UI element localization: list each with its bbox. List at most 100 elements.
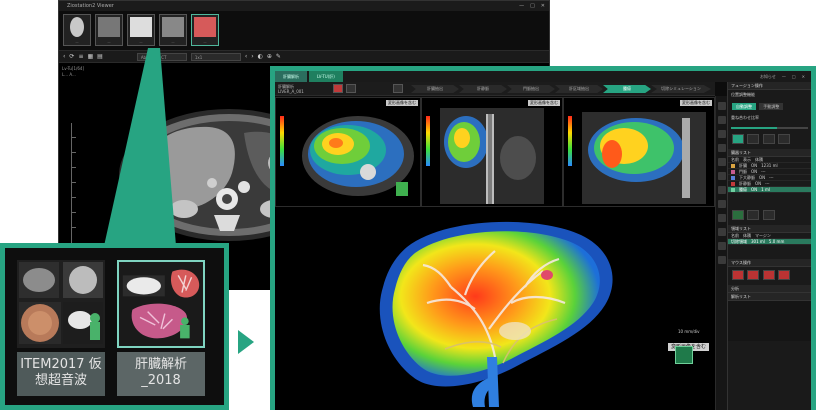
- coronal-fusion-image: [440, 108, 544, 204]
- close-button[interactable]: ✕: [802, 74, 805, 80]
- region-volume: 301 ml: [751, 239, 765, 244]
- auto-adjust-button[interactable]: 自動調整: [732, 103, 756, 110]
- right-control-panel: フュージョン操作 位置調整機能 自動調整 手動調整 重ね合わせ比率 臓器リスト: [727, 82, 811, 410]
- organ-volume: ---: [769, 175, 774, 180]
- column-header: 名前: [731, 157, 739, 162]
- analysis-section-header: 分析: [728, 285, 811, 293]
- viewport-tag: 変形画像を含む: [528, 100, 560, 106]
- display-tool-button[interactable]: [777, 134, 790, 144]
- analysis-list[interactable]: [728, 301, 811, 341]
- titlebar-right: お知らせ — □ ✕: [760, 74, 811, 80]
- organ-show: ON: [751, 187, 758, 192]
- workflow-step-6[interactable]: 切除シミュレーション: [651, 85, 711, 93]
- organ-show: ON: [755, 181, 762, 186]
- app-titlebar: 肝臓解析 LV-TU(肝) お知らせ — □ ✕: [275, 71, 811, 82]
- tool-buttons: [728, 131, 811, 149]
- tool-icon[interactable]: [717, 256, 726, 264]
- fusion-viewport-coronal[interactable]: 変形画像を含む: [421, 97, 563, 207]
- tile-preview: [117, 260, 205, 348]
- column-header: 体積: [743, 233, 751, 238]
- organ-show: ON: [759, 175, 766, 180]
- study-label-line: LIVER_A_001: [278, 89, 304, 94]
- organ-volume: ---: [761, 169, 766, 174]
- column-header: 名前: [731, 233, 739, 238]
- maximize-button[interactable]: □: [792, 74, 796, 80]
- add-icon[interactable]: [346, 84, 356, 93]
- record-icon[interactable]: [333, 84, 343, 93]
- liver-analysis-window: 肝臓解析 LV-TU(肝) お知らせ — □ ✕ 肝臓解析 LIVER_A_00…: [275, 71, 811, 410]
- organ-show: ON: [751, 169, 758, 174]
- workflow-step-4[interactable]: 肝区域抽出: [555, 85, 603, 93]
- sagittal-fusion-image: [582, 112, 706, 204]
- tool-icon[interactable]: [717, 242, 726, 250]
- organ-name: 肝静脈: [739, 181, 751, 186]
- list-tool-button[interactable]: [747, 210, 760, 220]
- color-scale-bar: [568, 116, 572, 166]
- orientation-cube[interactable]: [675, 346, 693, 364]
- workflow-bar: 肝臓解析 LIVER_A_001 肝臓抽出 肝静脈 門脈抽出 肝区域抽出 腫瘍 …: [275, 82, 715, 96]
- volume-rendering-viewport[interactable]: 変形画像を含む: [275, 207, 715, 410]
- section-position: 位置調整機能: [731, 92, 755, 97]
- region-margin: 5.0 mm: [768, 239, 785, 244]
- cut-tool-button[interactable]: [762, 270, 775, 280]
- region-list-header: 領域リスト: [728, 225, 811, 233]
- display-tool-button[interactable]: [747, 134, 760, 144]
- organ-volume: ---: [765, 181, 770, 186]
- tab-lv-tu[interactable]: LV-TU(肝): [309, 71, 343, 82]
- tool-icon[interactable]: [717, 214, 726, 222]
- analysis-list-header: 解析リスト: [728, 293, 811, 301]
- tool-icon[interactable]: [717, 158, 726, 166]
- protocol-tile-liver-analysis[interactable]: 肝臓解析_2018: [117, 260, 205, 396]
- mouse-operation-header: マウス操作: [728, 259, 811, 267]
- opacity-label: 重ね合わせ比率: [731, 115, 759, 120]
- liver-analysis-frame: 肝臓解析 LV-TU(肝) お知らせ — □ ✕ 肝臓解析 LIVER_A_00…: [270, 66, 816, 410]
- column-header: 体積: [755, 157, 763, 162]
- display-tool-button[interactable]: [732, 134, 744, 144]
- tool-icon[interactable]: [717, 144, 726, 152]
- cut-tool-button[interactable]: [732, 270, 744, 280]
- tool-icon[interactable]: [717, 116, 726, 124]
- column-header: 表示: [743, 157, 751, 162]
- composite-figure: Ziostation2 Viewer — □ ✕ … … … … … ‹ ⟳ ≡…: [0, 0, 816, 410]
- organ-show: ON: [751, 163, 758, 168]
- cut-tool-button[interactable]: [747, 270, 760, 280]
- organ-name: 肝臓: [739, 163, 747, 168]
- tool-icon[interactable]: [717, 172, 726, 180]
- fusion-viewport-axial[interactable]: 変形画像を含む: [275, 97, 421, 207]
- organ-name: 下大静脈: [739, 175, 755, 180]
- tile-name: 肝臓解析_2018: [117, 352, 205, 396]
- tool-icon[interactable]: [717, 186, 726, 194]
- panel-header: フュージョン操作: [728, 82, 811, 90]
- workflow-step-3[interactable]: 門脈抽出: [507, 85, 555, 93]
- tool-icon[interactable]: [717, 200, 726, 208]
- organ-volume: 1 ml: [761, 187, 770, 192]
- workflow-step-2[interactable]: 肝静脈: [459, 85, 507, 93]
- person-icon[interactable]: [393, 84, 403, 93]
- cut-tool-button[interactable]: [777, 270, 790, 280]
- column-header: マージン: [755, 233, 771, 238]
- workflow-step-1[interactable]: 肝臓抽出: [411, 85, 459, 93]
- mouse-tool-buttons: [728, 267, 811, 285]
- protocol-tile-virtual-ultrasound[interactable]: ITEM2017 仮想超音波: [17, 260, 105, 396]
- list-tool-button[interactable]: [732, 210, 744, 220]
- notice-link[interactable]: お知らせ: [760, 74, 776, 80]
- manual-adjust-button[interactable]: 手動調整: [759, 103, 784, 110]
- tile-preview: [17, 260, 105, 348]
- fusion-viewport-sagittal[interactable]: 変形画像を含む: [563, 97, 715, 207]
- tool-icon-strip: [715, 96, 727, 410]
- organ-list-header: 臓器リスト: [728, 149, 811, 157]
- display-tool-button[interactable]: [762, 134, 775, 144]
- list-tool-button[interactable]: [762, 210, 775, 220]
- organ-name: 門脈: [739, 169, 747, 174]
- tool-icon[interactable]: [717, 102, 726, 110]
- minimize-button[interactable]: —: [782, 74, 786, 80]
- color-scale-bar: [280, 116, 284, 166]
- workflow-step-5-active[interactable]: 腫瘍: [603, 85, 651, 93]
- tab-liver-analysis[interactable]: 肝臓解析: [275, 71, 307, 82]
- arrow-right-icon: [238, 330, 254, 354]
- opacity-slider[interactable]: [728, 123, 811, 131]
- tool-icon[interactable]: [717, 130, 726, 138]
- tool-icon[interactable]: [717, 228, 726, 236]
- scale-label: 10 mm/div: [678, 329, 700, 334]
